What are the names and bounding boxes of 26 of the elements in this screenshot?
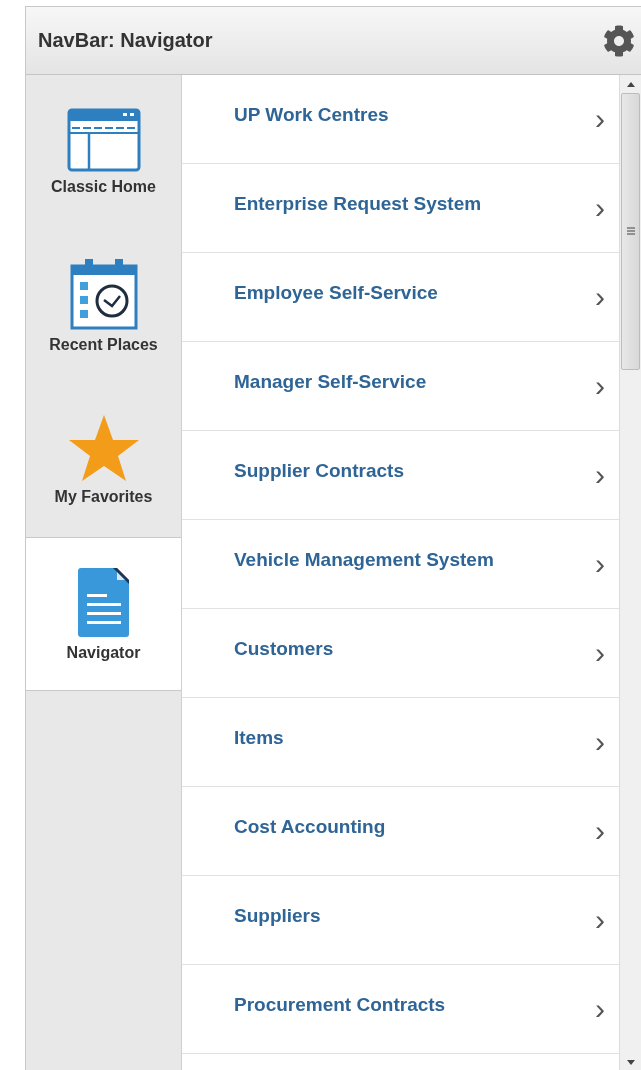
chevron-icon: › [595, 905, 605, 935]
chevron-icon: › [595, 638, 605, 668]
chevron-icon: › [595, 549, 605, 579]
chevron-icon: › [595, 193, 605, 223]
chevron-icon: › [595, 371, 605, 401]
up-caret-icon [626, 81, 635, 87]
settings-icon [603, 24, 635, 57]
settings-button[interactable] [603, 24, 635, 57]
star-icon [67, 414, 140, 482]
sidebar-item[interactable]: Navigator [26, 537, 181, 691]
chevron-icon: › [595, 727, 605, 757]
sidebar-item[interactable]: My Favorites [26, 383, 181, 537]
chevron-icon: › [595, 994, 605, 1024]
document-icon [76, 566, 131, 638]
browser-window-icon [66, 108, 141, 172]
grip-icon [626, 227, 635, 236]
down-caret-icon [626, 1059, 635, 1065]
chevron-icon: › [595, 460, 605, 490]
calendar-clock-icon [69, 258, 138, 330]
sidebar-item[interactable]: Recent Places [26, 229, 181, 383]
sidebar-item[interactable]: Classic Home [26, 75, 181, 229]
chevron-icon: › [595, 104, 605, 134]
panel-title: NavBar: Navigator [38, 29, 213, 52]
chevron-icon: › [595, 816, 605, 846]
chevron-icon: › [595, 282, 605, 312]
scroll-thumb[interactable] [621, 93, 640, 370]
